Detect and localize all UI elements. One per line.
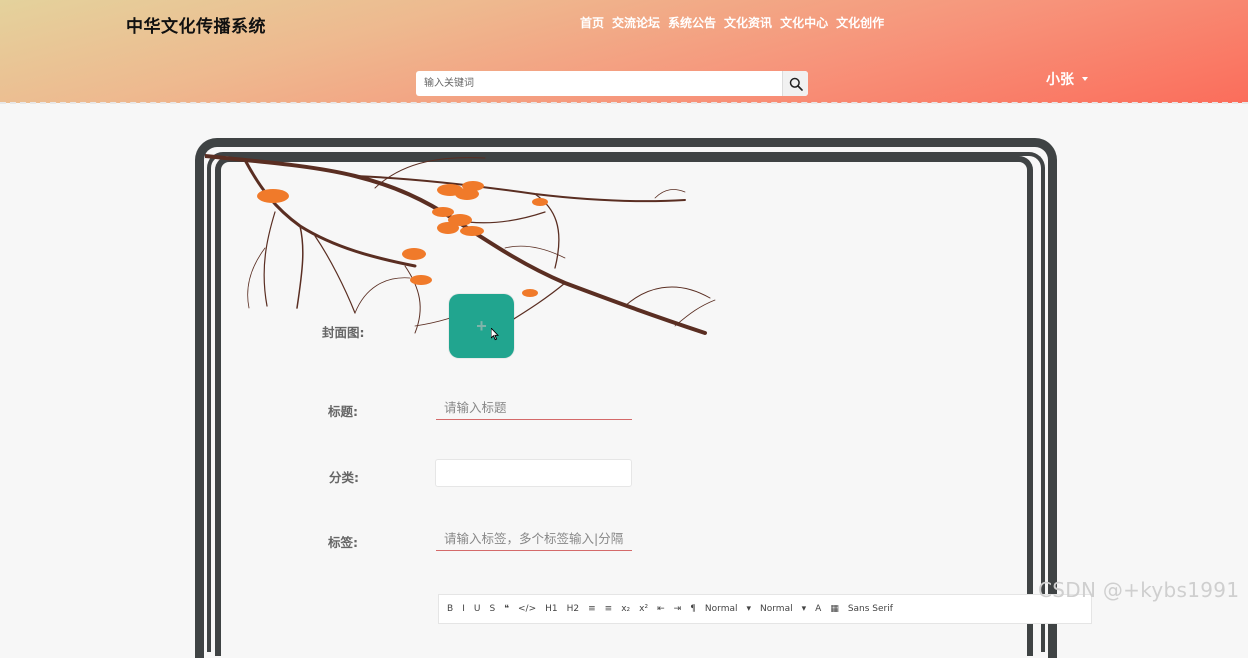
font-color-button[interactable]: A [815, 604, 821, 614]
cover-image-upload-button[interactable]: + [449, 294, 514, 358]
nav-item-home[interactable]: 首页 [580, 14, 604, 31]
rich-text-editor-toolbar: B I U S ❝ </> H1 H2 ≡ ≡ x₂ x² ⇤ ⇥ ¶ Norm… [438, 594, 1092, 624]
h1-button[interactable]: H1 [545, 604, 558, 614]
nav-item-forum[interactable]: 交流论坛 [612, 14, 660, 31]
nav-item-culture-news[interactable]: 文化资讯 [724, 14, 772, 31]
bold-button[interactable]: B [447, 604, 453, 614]
tags-label: 标签: [328, 535, 358, 550]
category-select[interactable] [435, 459, 632, 487]
size-select[interactable]: Normal [705, 604, 738, 614]
search-bar [416, 71, 808, 96]
plus-icon: + [476, 316, 487, 336]
italic-button[interactable]: I [462, 604, 465, 614]
underline-button[interactable]: U [474, 604, 481, 614]
direction-button[interactable]: ¶ [690, 604, 696, 614]
title-input[interactable] [436, 396, 632, 420]
header: 中华文化传播系统 首页 交流论坛 系统公告 文化资讯 文化中心 文化创作 小张 [0, 0, 1248, 103]
h2-button[interactable]: H2 [567, 604, 580, 614]
title-label: 标题: [328, 404, 358, 419]
header-divider [0, 102, 1248, 104]
search-input[interactable] [416, 71, 782, 96]
main-nav: 首页 交流论坛 系统公告 文化资讯 文化中心 文化创作 [580, 14, 884, 31]
blockquote-button[interactable]: ❝ [504, 604, 509, 614]
user-name: 小张 [1046, 72, 1074, 88]
subscript-button[interactable]: x₂ [621, 604, 630, 614]
user-menu[interactable]: 小张 [1046, 69, 1088, 89]
header-select[interactable]: Normal [760, 604, 793, 614]
watermark: CSDN @+kybs1991 [1038, 578, 1240, 602]
background-color-button[interactable]: ▦ [830, 604, 839, 614]
font-family-select[interactable]: Sans Serif [848, 604, 893, 614]
caret-down-icon [1082, 77, 1088, 81]
search-icon [789, 77, 803, 91]
search-button[interactable] [782, 71, 808, 96]
code-button[interactable]: </> [518, 604, 536, 614]
bullet-list-button[interactable]: ≡ [605, 604, 613, 614]
strike-button[interactable]: S [489, 604, 495, 614]
tags-input[interactable] [436, 527, 632, 551]
superscript-button[interactable]: x² [639, 604, 648, 614]
outdent-button[interactable]: ⇤ [657, 604, 665, 614]
ordered-list-button[interactable]: ≡ [588, 604, 596, 614]
cover-image-label: 封面图: [322, 325, 365, 340]
header-select-caret-icon: ▾ [801, 604, 807, 614]
site-title: 中华文化传播系统 [126, 17, 266, 37]
indent-button[interactable]: ⇥ [674, 604, 682, 614]
category-label: 分类: [329, 470, 359, 485]
nav-item-announcements[interactable]: 系统公告 [668, 14, 716, 31]
nav-item-culture-creation[interactable]: 文化创作 [836, 14, 884, 31]
mouse-cursor-icon [491, 328, 499, 341]
size-select-caret-icon: ▾ [746, 604, 752, 614]
nav-item-culture-center[interactable]: 文化中心 [780, 14, 828, 31]
